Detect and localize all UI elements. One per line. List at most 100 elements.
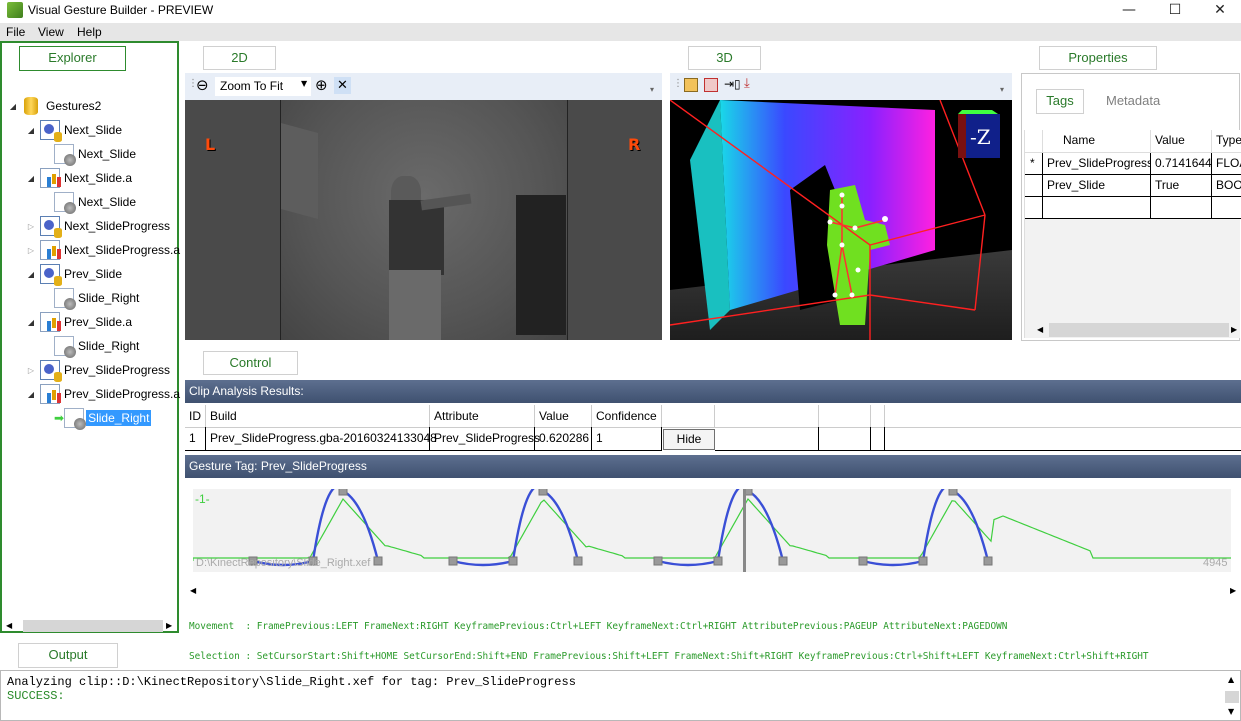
timeline-top-label: -1- [195, 492, 210, 506]
toolbar-overflow-icon[interactable]: ▾ [650, 85, 654, 94]
top-view-icon[interactable]: ⤓ [744, 76, 750, 91]
clip-icon [54, 288, 76, 310]
expanded-arrow-icon[interactable]: ◢ [26, 390, 36, 399]
tree-item-label: Slide_Right [78, 291, 140, 305]
scroll-right-icon[interactable]: ▶ [166, 621, 172, 630]
home-icon[interactable] [684, 78, 698, 92]
tab-control[interactable]: Control [203, 351, 298, 375]
menu-help[interactable]: Help [77, 25, 102, 39]
tab-3d[interactable]: 3D [688, 46, 761, 70]
minimize-button[interactable]: — [1106, 0, 1152, 23]
tab-2d[interactable]: 2D [203, 46, 276, 70]
expanded-arrow-icon[interactable]: ◢ [26, 174, 36, 183]
properties-panel: Tags Metadata Name Value Type * Prev_Slid… [1021, 73, 1241, 341]
viewer3d-canvas[interactable]: -Z [670, 100, 1012, 340]
collapsed-arrow-icon[interactable]: ▷ [26, 222, 36, 231]
scrollbar-thumb[interactable] [1049, 323, 1229, 337]
viewer2d-canvas[interactable]: L R [185, 100, 662, 340]
clip-analysis-header: Clip Analysis Results: [185, 380, 1241, 403]
tree-item[interactable]: ◢ Next_Slide [26, 119, 124, 142]
scrollbar-thumb[interactable] [23, 620, 163, 632]
timeline-scroll-left-icon[interactable]: ◀ [190, 586, 196, 595]
tree-item[interactable]: ◢ Next_Slide.a [26, 167, 134, 189]
keyframe-marker [448, 556, 458, 566]
tree-item[interactable]: ▷ Next_SlideProgress.a [26, 239, 182, 261]
gesture-tag-header: Gesture Tag: Prev_SlideProgress [185, 455, 1241, 478]
tree-item[interactable]: ◢ Prev_Slide [26, 263, 124, 286]
cell-marker [1025, 197, 1043, 219]
tree-item[interactable]: ◢ Gestures2 [8, 95, 103, 117]
column-header-build[interactable]: Build [206, 405, 430, 427]
tree-item[interactable]: Next_Slide [46, 191, 138, 214]
tab-properties[interactable]: Properties [1039, 46, 1157, 70]
column-header-name[interactable]: Name [1043, 130, 1151, 153]
close-button[interactable]: ✕ [1197, 0, 1241, 23]
expanded-arrow-icon[interactable]: ◢ [26, 318, 36, 327]
timeline-scroll-right-icon[interactable]: ▶ [1230, 586, 1236, 595]
scroll-down-icon[interactable]: ▼ [1228, 707, 1234, 716]
column-header-attribute[interactable]: Attribute [430, 405, 535, 427]
fit-icon[interactable]: ✕ [334, 77, 351, 94]
cell-value[interactable]: 0.7141644 [1151, 153, 1212, 175]
cell-name[interactable]: Prev_Slide [1043, 175, 1151, 197]
gesture-timeline[interactable]: -1- D:\KinectRepository\Slide_Right.xef … [192, 485, 1231, 572]
cell-name[interactable] [1043, 197, 1151, 219]
column-header-confidence[interactable]: Confidence [592, 405, 662, 427]
tree-item-label: Prev_SlideProgress [64, 363, 171, 377]
zoom-in-icon[interactable]: ⊕ [315, 76, 328, 94]
cell-type[interactable]: BOOI [1212, 175, 1241, 197]
cell-value[interactable] [1151, 197, 1212, 219]
toolbar-overflow-icon[interactable]: ▾ [1000, 85, 1004, 94]
collapsed-arrow-icon[interactable]: ▷ [26, 246, 36, 255]
maximize-button[interactable]: ☐ [1152, 0, 1198, 23]
tab-output[interactable]: Output [18, 643, 118, 668]
cell-empty [871, 427, 885, 451]
scroll-right-icon[interactable]: ▶ [1231, 325, 1237, 334]
zoom-select[interactable]: Zoom To Fit ▼ [215, 77, 311, 96]
menu-view[interactable]: View [38, 25, 64, 39]
tree-item[interactable]: Next_Slide [46, 143, 138, 166]
column-header-value[interactable]: Value [535, 405, 592, 427]
cell-value[interactable]: True [1151, 175, 1212, 197]
scroll-up-icon[interactable]: ▲ [1228, 675, 1234, 684]
explorer-hscrollbar[interactable]: ◀ ▶ [4, 619, 175, 633]
subtab-metadata[interactable]: Metadata [1106, 93, 1160, 108]
gesture-project-icon [40, 120, 62, 142]
keyframe-marker [653, 556, 663, 566]
cell-type[interactable] [1212, 197, 1241, 219]
cell-type[interactable]: FLOA [1212, 153, 1241, 175]
tree-item[interactable]: ➡ Slide_Right [46, 407, 152, 430]
viewer2d-toolbar: ⋮ ⊖ Zoom To Fit ▼ ⊕ ✕ ▾ [185, 73, 662, 100]
tree-item[interactable]: Slide_Right [46, 335, 141, 358]
zoom-out-icon[interactable]: ⊖ [196, 76, 209, 94]
hide-button[interactable]: Hide [663, 429, 715, 450]
tree-item-label: Prev_Slide.a [64, 315, 133, 329]
expanded-arrow-icon[interactable]: ◢ [26, 270, 36, 279]
camera-view-icon[interactable] [704, 78, 718, 92]
menu-file[interactable]: File [6, 25, 25, 39]
column-header-value[interactable]: Value [1151, 130, 1212, 153]
tree-item[interactable]: ▷ Next_SlideProgress [26, 215, 172, 238]
tree-item[interactable]: Slide_Right [46, 287, 141, 310]
keyframe-marker [858, 556, 868, 566]
clip-icon [54, 192, 76, 214]
output-line: Analyzing clip::D:\KinectRepository\Slid… [7, 675, 576, 689]
tab-explorer[interactable]: Explorer [19, 46, 126, 71]
tags-grid-hscrollbar[interactable]: ◀ ▶ [1025, 322, 1241, 338]
scroll-left-icon[interactable]: ◀ [6, 621, 12, 630]
subtab-tags[interactable]: Tags [1036, 89, 1084, 114]
scrollbar-thumb[interactable] [1225, 691, 1239, 703]
column-header-id[interactable]: ID [185, 405, 206, 427]
expanded-arrow-icon[interactable]: ◢ [26, 126, 36, 135]
cell-name[interactable]: Prev_SlideProgress [1043, 153, 1151, 175]
output-console[interactable]: Analyzing clip::D:\KinectRepository\Slid… [0, 670, 1241, 721]
collapsed-arrow-icon[interactable]: ▷ [26, 366, 36, 375]
tree-item[interactable]: ◢ Prev_SlideProgress.a [26, 383, 182, 405]
tree-item[interactable]: ◢ Prev_Slide.a [26, 311, 134, 333]
keyframe-marker [778, 556, 788, 566]
scroll-left-icon[interactable]: ◀ [1037, 325, 1043, 334]
side-view-icon[interactable]: ⇥▯ [724, 77, 741, 91]
column-header-type[interactable]: Type [1212, 130, 1241, 153]
expanded-arrow-icon[interactable]: ◢ [8, 102, 18, 111]
tree-item[interactable]: ▷ Prev_SlideProgress [26, 359, 172, 382]
